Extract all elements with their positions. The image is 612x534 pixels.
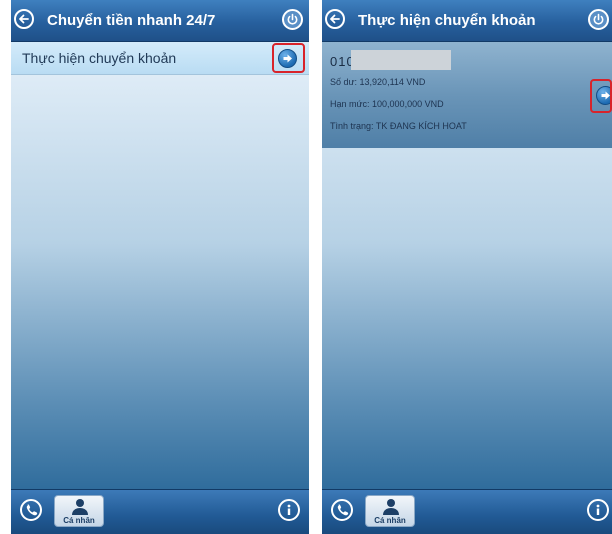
back-arrow-icon (19, 14, 29, 24)
profile-label: Cá nhân (63, 516, 95, 525)
person-icon (72, 499, 88, 515)
screen-transfer-247: Chuyển tiền nhanh 24/7 Thực hiện chuyển … (11, 0, 309, 534)
profile-label: Cá nhân (374, 516, 406, 525)
logout-button[interactable] (282, 9, 303, 30)
logout-button[interactable] (588, 9, 609, 30)
back-button[interactable] (325, 9, 345, 29)
power-icon (287, 13, 298, 25)
info-button[interactable] (278, 499, 300, 521)
back-arrow-icon (330, 14, 340, 24)
page-title: Chuyển tiền nhanh 24/7 (47, 12, 216, 29)
account-number-mask (351, 50, 451, 70)
power-icon (593, 13, 604, 25)
menu-item-label: Thực hiện chuyển khoản (22, 50, 177, 66)
person-icon (383, 499, 399, 515)
account-balance: Số dư: 13,920,114 VND (330, 77, 426, 87)
phone-icon (337, 504, 349, 516)
back-button[interactable] (14, 9, 34, 29)
page-title: Thực hiện chuyển khoản (358, 12, 536, 29)
profile-button[interactable]: Cá nhân (365, 495, 415, 527)
content-area: Thực hiện chuyển khoản (11, 42, 309, 490)
info-icon (596, 504, 600, 515)
highlight-box (590, 79, 612, 113)
phone-icon (26, 504, 38, 516)
footer-bar: Cá nhân (11, 489, 309, 534)
highlight-box (272, 43, 305, 73)
screen-perform-transfer: Thực hiện chuyển khoản 010 Số dư: 13,920… (322, 0, 612, 534)
account-limit: Hạn mức: 100,000,000 VND (330, 99, 444, 109)
menu-item-transfer[interactable]: Thực hiện chuyển khoản (11, 42, 309, 75)
call-button[interactable] (20, 499, 42, 521)
header-bar: Chuyển tiền nhanh 24/7 (11, 0, 309, 42)
call-button[interactable] (331, 499, 353, 521)
content-area: 010 Số dư: 13,920,114 VND Hạn mức: 100,0… (322, 42, 612, 490)
info-button[interactable] (587, 499, 609, 521)
account-card[interactable]: 010 Số dư: 13,920,114 VND Hạn mức: 100,0… (322, 42, 612, 148)
header-bar: Thực hiện chuyển khoản (322, 0, 612, 42)
info-icon (287, 504, 291, 515)
footer-bar: Cá nhân (322, 489, 612, 534)
profile-button[interactable]: Cá nhân (54, 495, 104, 527)
account-status: Tình trạng: TK ĐANG KÍCH HOAT (330, 121, 467, 131)
